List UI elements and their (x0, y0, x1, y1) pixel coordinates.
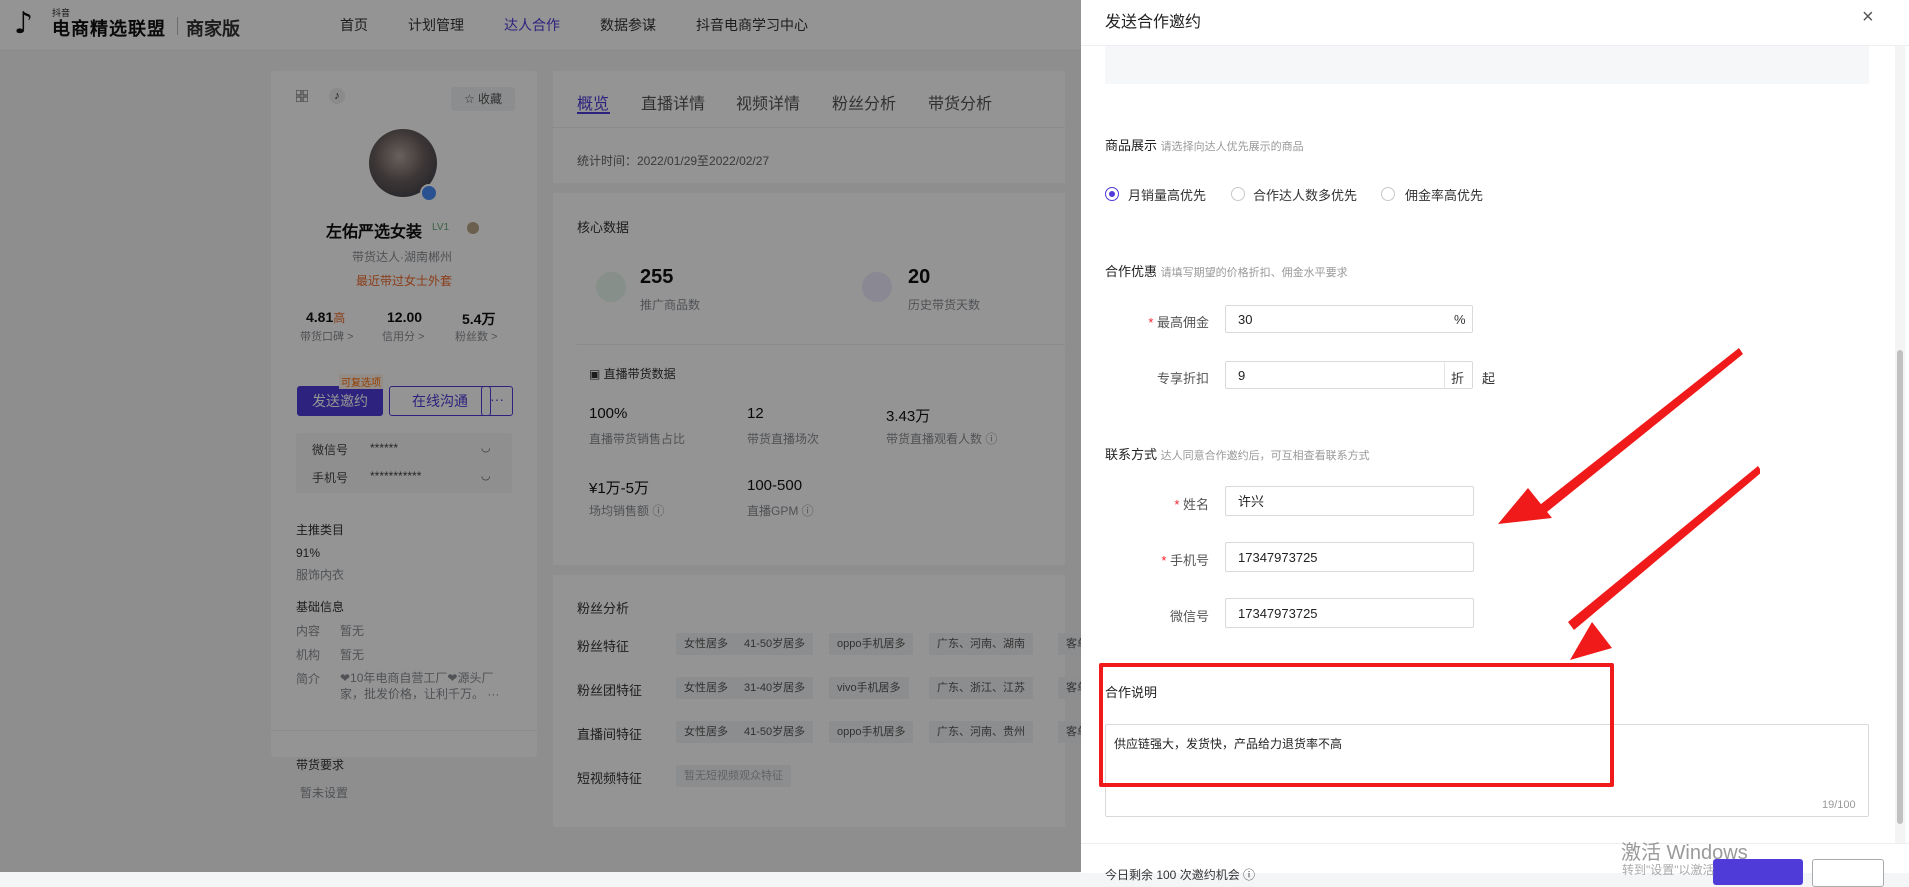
scrollbar-thumb[interactable] (1897, 350, 1903, 824)
percent-suffix: % (1454, 312, 1466, 327)
radio-talent-count[interactable] (1231, 187, 1245, 201)
modal-overlay[interactable] (0, 0, 1081, 872)
radio-label[interactable]: 合作达人数多优先 (1253, 185, 1357, 204)
offer-label: 合作优惠 (1105, 264, 1158, 279)
discount-suffix: 折 (1451, 371, 1465, 386)
product-display-hint: 请选择向达人优先展示的商品 (1160, 141, 1304, 153)
annotation-highlight-box (1099, 663, 1614, 787)
cancel-button[interactable] (1812, 859, 1884, 887)
close-icon[interactable]: × (1862, 6, 1874, 29)
drawer-title: 发送合作邀约 (1105, 14, 1202, 31)
contact-hint: 达人同意合作邀约后，可互相查看联系方式 (1160, 450, 1370, 462)
annotation-arrow-2 (1568, 466, 1760, 630)
remaining-invites-text: 今日剩余 100 次邀约机会 ⓘ (1105, 868, 1256, 882)
commission-label: * 最高佣金 (1148, 315, 1209, 330)
name-input[interactable]: 许兴 (1225, 486, 1474, 516)
product-display-label: 商品展示 (1105, 138, 1158, 153)
previous-section-area (1105, 46, 1869, 84)
input-divider (1444, 362, 1445, 388)
discount-label: 专享折扣 (1156, 371, 1209, 386)
offer-hint: 请填写期望的价格折扣、佣金水平要求 (1160, 267, 1348, 279)
radio-commission-rate[interactable] (1381, 187, 1395, 201)
annotation-arrows (1498, 348, 1760, 660)
character-counter: 19/100 (1822, 799, 1856, 811)
annotation-arrow-1 (1536, 348, 1743, 516)
wechat-input[interactable]: 17347973725 (1225, 598, 1474, 628)
discount-input[interactable]: 9 (1225, 361, 1473, 389)
product-display-header: 商品展示 请选择向达人优先展示的商品 (1105, 135, 1304, 154)
radio-label[interactable]: 佣金率高优先 (1405, 185, 1483, 204)
commission-input[interactable]: 30 (1225, 305, 1473, 333)
contact-header: 联系方式 达人同意合作邀约后，可互相查看联系方式 (1105, 444, 1370, 463)
name-label: * 姓名 (1174, 497, 1209, 512)
wechat-field-label: 微信号 (1169, 609, 1209, 624)
phone-input[interactable]: 17347973725 (1225, 542, 1474, 572)
contact-label: 联系方式 (1105, 447, 1158, 462)
radio-monthly-sales[interactable] (1105, 187, 1119, 201)
offer-header: 合作优惠 请填写期望的价格折扣、佣金水平要求 (1105, 261, 1348, 280)
radio-label[interactable]: 月销量高优先 (1128, 185, 1206, 204)
phone-field-label: * 手机号 (1161, 553, 1209, 568)
windows-activation-hint: 转到"设置"以激活 (1622, 863, 1715, 877)
